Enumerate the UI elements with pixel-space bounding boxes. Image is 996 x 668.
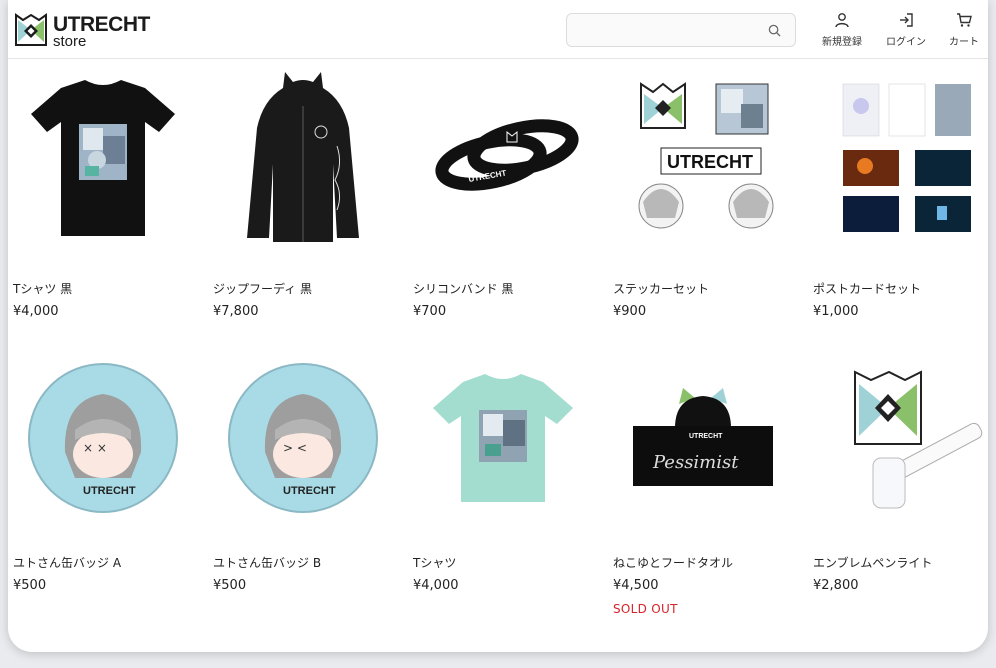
towel-script-text: Pessimist [652, 452, 739, 473]
product-image[interactable] [413, 348, 593, 528]
product-price: ¥900 [613, 304, 647, 319]
badge-logo-text: UTRECHT [283, 485, 336, 497]
product-card[interactable]: エンブレムペンライト ¥2,800 [813, 348, 988, 628]
emblem-icon [15, 13, 47, 46]
login-icon [900, 13, 913, 27]
product-name[interactable]: エンブレムペンライト [813, 554, 932, 571]
product-card[interactable]: UTRECHT Pessimist ねこゆとフードタオル ¥4,500 SOLD… [613, 348, 793, 628]
product-image[interactable]: UTRECHT [613, 66, 793, 246]
product-image[interactable] [13, 66, 193, 246]
search-icon[interactable] [768, 24, 781, 37]
svg-text:× ×: × × [83, 441, 107, 455]
signup-button[interactable]: 新規登録 [820, 12, 864, 48]
sold-out-badge: SOLD OUT [613, 602, 678, 616]
product-card[interactable]: > < UTRECHT ユトさん缶バッジ B ¥500 [213, 348, 393, 628]
hood-towel-image: UTRECHT Pessimist [633, 388, 773, 486]
product-card[interactable]: UTRECHT シリコンバンド 黒 ¥700 [413, 66, 593, 326]
mint-tshirt-image [433, 374, 573, 502]
product-image[interactable]: > < UTRECHT [213, 348, 393, 528]
product-name[interactable]: ポストカードセット [813, 280, 921, 297]
product-price: ¥500 [213, 578, 247, 593]
product-card[interactable]: ジップフーディ 黒 ¥7,800 [213, 66, 393, 326]
product-image[interactable]: UTRECHT [413, 66, 593, 246]
cart-icon [957, 13, 972, 27]
product-image[interactable] [213, 66, 393, 246]
product-card[interactable]: × × UTRECHT ユトさん缶バッジ A ¥500 [13, 348, 193, 628]
product-name[interactable]: ステッカーセット [613, 280, 709, 297]
product-price: ¥4,000 [13, 304, 59, 319]
product-name[interactable]: Tシャツ 黒 [13, 280, 72, 297]
product-price: ¥4,000 [413, 578, 459, 593]
product-card[interactable]: UTRECHT ステッカーセット ¥900 [613, 66, 793, 326]
cart-label: カート [949, 37, 979, 48]
product-price: ¥1,000 [813, 304, 859, 319]
product-price: ¥7,800 [213, 304, 259, 319]
silicone-band-image: UTRECHT [435, 119, 579, 191]
badge-b-image: > < UTRECHT [228, 363, 378, 513]
postcard-set-image [842, 83, 971, 232]
zip-hoodie-image [247, 72, 359, 242]
product-name[interactable]: ねこゆとフードタオル [613, 554, 733, 571]
logo-subtitle: store [53, 33, 87, 50]
store-logo[interactable]: UTRECHT store [13, 10, 150, 50]
product-image[interactable]: UTRECHT Pessimist [613, 348, 793, 528]
svg-text:> <: > < [283, 441, 307, 455]
product-name[interactable]: ユトさん缶バッジ B [213, 554, 321, 571]
product-image[interactable] [813, 348, 988, 528]
product-name[interactable]: シリコンバンド 黒 [413, 280, 513, 297]
login-label: ログイン [886, 37, 926, 48]
product-price: ¥500 [13, 578, 47, 593]
product-price: ¥4,500 [613, 578, 659, 593]
product-card[interactable]: ポストカードセット ¥1,000 [813, 66, 988, 326]
badge-logo-text: UTRECHT [83, 485, 136, 497]
product-name[interactable]: Tシャツ [413, 554, 456, 571]
emblem-penlight-image [854, 370, 983, 509]
sticker-logo-text: UTRECHT [667, 152, 753, 172]
search-box [566, 13, 796, 47]
product-price: ¥700 [413, 304, 447, 319]
login-button[interactable]: ログイン [882, 12, 930, 48]
black-tshirt-image [31, 80, 175, 236]
sticker-set-image: UTRECHT [638, 82, 774, 229]
product-name[interactable]: ジップフーディ 黒 [213, 280, 312, 297]
signup-label: 新規登録 [822, 37, 862, 48]
logo-title: UTRECHT [53, 13, 150, 36]
product-image[interactable] [813, 66, 988, 246]
product-image[interactable]: × × UTRECHT [13, 348, 193, 528]
cart-button[interactable]: カート [944, 12, 984, 48]
store-window: UTRECHT store 新規登録 ログイン カート Tシャツ 黒 ¥4,00… [8, 0, 988, 652]
product-card[interactable]: Tシャツ 黒 ¥4,000 [13, 66, 193, 326]
product-name[interactable]: ユトさん缶バッジ A [13, 554, 121, 571]
product-price: ¥2,800 [813, 578, 859, 593]
site-header: UTRECHT store 新規登録 ログイン カート [8, 0, 988, 59]
product-card[interactable]: Tシャツ ¥4,000 [413, 348, 593, 628]
badge-a-image: × × UTRECHT [28, 363, 178, 513]
towel-logo-text: UTRECHT [689, 433, 723, 440]
user-icon [835, 13, 849, 28]
search-input[interactable] [577, 20, 761, 42]
